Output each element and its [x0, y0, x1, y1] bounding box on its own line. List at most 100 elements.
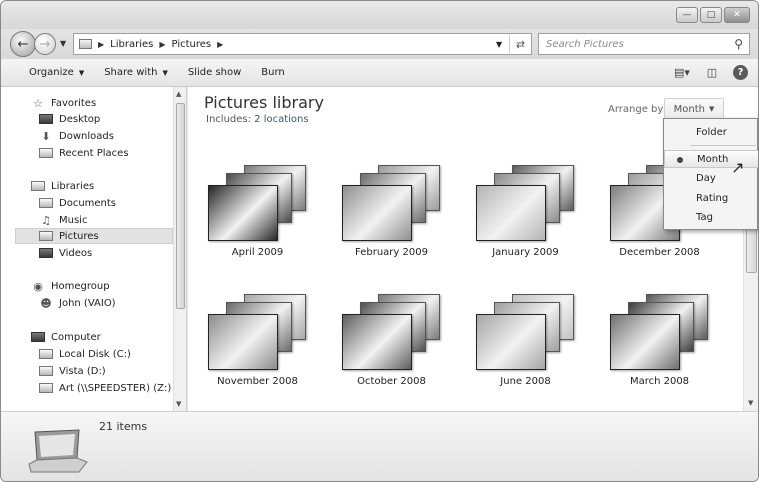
burn-label: Burn	[261, 67, 285, 78]
breadcrumb-libraries[interactable]: Libraries	[110, 39, 153, 50]
nav-item-label: Pictures	[59, 230, 99, 242]
scroll-up-icon[interactable]: ▲	[176, 90, 181, 98]
arrange-option-month[interactable]: Month	[664, 150, 758, 168]
help-icon[interactable]: ?	[733, 64, 748, 80]
close-icon[interactable]: ✕	[724, 7, 750, 23]
scrollbar-thumb[interactable]	[176, 103, 185, 309]
chevron-down-icon: ▼	[708, 105, 715, 113]
navigation-pane: ☆ Favorites Desktop ⬇ Downloads Recent P…	[1, 87, 187, 411]
library-title: Pictures library	[204, 93, 324, 112]
address-row: ← → ▼ ▶ Libraries ▶ Pictures ▶ ▼ ⇄ Searc…	[1, 29, 758, 59]
slide-show-button[interactable]: Slide show	[178, 67, 251, 78]
nav-item-documents[interactable]: Documents	[39, 195, 116, 211]
nav-item-label: Videos	[59, 247, 93, 259]
breadcrumb-pictures[interactable]: Pictures	[172, 39, 212, 50]
window-controls: — □ ✕	[676, 7, 750, 23]
burn-button[interactable]: Burn	[251, 67, 294, 78]
computer-icon	[31, 332, 45, 342]
photo-stack-icon	[610, 292, 710, 382]
maximize-icon[interactable]: □	[700, 7, 722, 23]
scroll-down-icon[interactable]: ▼	[748, 399, 753, 407]
pictures-icon	[39, 231, 53, 241]
network-drive-icon	[39, 383, 53, 393]
photo-front	[208, 314, 278, 370]
chevron-right-icon[interactable]: ▶	[98, 40, 104, 49]
nav-homegroup[interactable]: ◉ Homegroup	[31, 278, 110, 294]
change-view-icon[interactable]: ▤▾	[673, 64, 691, 80]
group-tile[interactable]: February 2009	[334, 163, 449, 278]
share-with-button[interactable]: Share with ▼	[94, 67, 178, 78]
nav-item-vista[interactable]: Vista (D:)	[39, 363, 106, 379]
nav-item-downloads[interactable]: ⬇ Downloads	[39, 128, 114, 144]
recent-places-icon	[39, 148, 53, 158]
navigation-scrollbar[interactable]: ▲ ▼	[173, 87, 186, 411]
slide-show-label: Slide show	[187, 67, 242, 78]
selected-bullet-icon	[677, 157, 683, 163]
nav-libraries[interactable]: Libraries	[31, 178, 94, 194]
forward-button[interactable]: →	[34, 33, 56, 55]
group-label: April 2009	[231, 247, 284, 258]
chevron-down-icon: ▼	[78, 68, 85, 77]
nav-computer[interactable]: Computer	[31, 329, 101, 345]
arrange-option-rating[interactable]: Rating	[664, 189, 758, 207]
refresh-icon[interactable]: ⇄	[509, 35, 531, 53]
organize-button[interactable]: Organize ▼	[1, 67, 94, 78]
search-input[interactable]: Search Pictures ⚲	[538, 33, 750, 55]
minimize-icon[interactable]: —	[676, 7, 698, 23]
nav-item-label: Local Disk (C:)	[59, 348, 131, 360]
arrange-option-folder[interactable]: Folder	[664, 123, 758, 141]
chevron-right-icon[interactable]: ▶	[159, 40, 165, 49]
arrange-option-tag[interactable]: Tag	[664, 208, 758, 226]
documents-icon	[39, 198, 53, 208]
nav-item-recent-places[interactable]: Recent Places	[39, 145, 129, 161]
music-icon: ♫	[41, 213, 51, 227]
arrange-option-label: Day	[696, 172, 716, 184]
nav-homegroup-label: Homegroup	[51, 280, 110, 292]
address-bar[interactable]: ▶ Libraries ▶ Pictures ▶	[73, 33, 532, 55]
arrange-option-day[interactable]: Day	[664, 169, 758, 187]
history-dropdown-icon[interactable]: ▼	[60, 39, 66, 48]
nav-item-art[interactable]: Art (\\SPEEDSTER) (Z:)	[39, 380, 171, 396]
nav-item-label: John (VAIO)	[59, 297, 116, 309]
nav-item-pictures[interactable]: Pictures	[15, 228, 173, 244]
downloads-icon: ⬇	[41, 129, 51, 143]
nav-item-music[interactable]: ♫ Music	[39, 212, 87, 228]
nav-item-label: Art (\\SPEEDSTER) (Z:)	[59, 382, 172, 394]
group-tile[interactable]: November 2008	[200, 292, 315, 407]
libraries-icon	[31, 181, 45, 191]
search-icon[interactable]: ⚲	[734, 37, 743, 51]
chevron-down-icon: ▼	[162, 68, 168, 77]
back-button[interactable]: ←	[10, 31, 36, 57]
photo-stack-icon	[476, 292, 576, 382]
chevron-right-icon[interactable]: ▶	[217, 40, 223, 49]
group-tile[interactable]: March 2008	[602, 292, 717, 407]
nav-item-john-vaio[interactable]: ☻ John (VAIO)	[39, 295, 116, 311]
library-includes: Includes: 2 locations	[206, 114, 309, 125]
address-dropdown-icon[interactable]: ▼	[496, 40, 502, 49]
folder-icon	[79, 39, 92, 49]
group-tile[interactable]: January 2009	[468, 163, 583, 278]
nav-favorites-label: Favorites	[51, 97, 97, 109]
group-tile[interactable]: April 2009	[200, 163, 315, 278]
scroll-down-icon[interactable]: ▼	[176, 400, 181, 408]
photo-stack-icon	[208, 292, 308, 382]
photo-stack-icon	[476, 163, 576, 253]
arrange-by-value: Month	[673, 103, 705, 115]
search-placeholder: Search Pictures	[546, 38, 624, 50]
group-tile[interactable]: June 2008	[468, 292, 583, 407]
locations-link[interactable]: 2 locations	[254, 114, 308, 125]
command-bar: Organize ▼ Share with ▼ Slide show Burn …	[1, 59, 758, 87]
photo-stack-icon	[342, 292, 442, 382]
nav-favorites[interactable]: ☆ Favorites	[31, 95, 96, 111]
share-with-label: Share with	[104, 67, 158, 78]
nav-item-videos[interactable]: Videos	[39, 245, 92, 261]
nav-computer-label: Computer	[51, 331, 101, 343]
preview-pane-icon[interactable]: ◫	[703, 64, 721, 80]
toolbar-right: ▤▾ ◫ ?	[673, 64, 748, 80]
group-tile[interactable]: October 2008	[334, 292, 449, 407]
user-icon: ☻	[40, 296, 52, 310]
nav-item-desktop[interactable]: Desktop	[39, 111, 100, 127]
arrange-by-button[interactable]: Month ▼	[664, 98, 724, 120]
nav-item-local-disk[interactable]: Local Disk (C:)	[39, 346, 131, 362]
forward-arrow-icon: →	[39, 36, 51, 52]
